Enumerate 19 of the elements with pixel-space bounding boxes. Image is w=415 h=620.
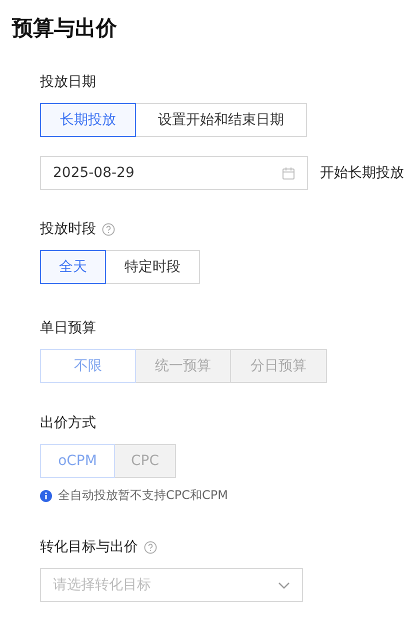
section-label: 投放时段 <box>40 220 96 238</box>
segment-option[interactable]: 特定时段 <box>105 250 200 284</box>
page-title: 预算与出价 <box>12 15 118 42</box>
calendar-icon <box>282 166 295 180</box>
help-icon[interactable] <box>102 222 115 236</box>
select-field[interactable]: 请选择转化目标 <box>40 568 303 602</box>
date-note: 开始长期投放 <box>320 164 404 182</box>
info-icon <box>40 490 52 502</box>
segment-option[interactable]: 设置开始和结束日期 <box>135 103 307 137</box>
hint-text: 全自动投放暂不支持CPC和CPM <box>58 487 228 504</box>
section-label: 投放日期 <box>40 73 96 91</box>
section-label: 转化目标与出价 <box>40 538 138 556</box>
section-label: 单日预算 <box>40 319 96 337</box>
segment-option[interactable]: 长期投放 <box>40 103 136 137</box>
section-label: 出价方式 <box>40 414 96 432</box>
date-field[interactable]: 2025-08-29 <box>40 156 308 190</box>
chevron-down-icon <box>278 582 290 588</box>
help-icon[interactable] <box>144 540 157 554</box>
segment-option[interactable]: 全天 <box>40 250 106 284</box>
